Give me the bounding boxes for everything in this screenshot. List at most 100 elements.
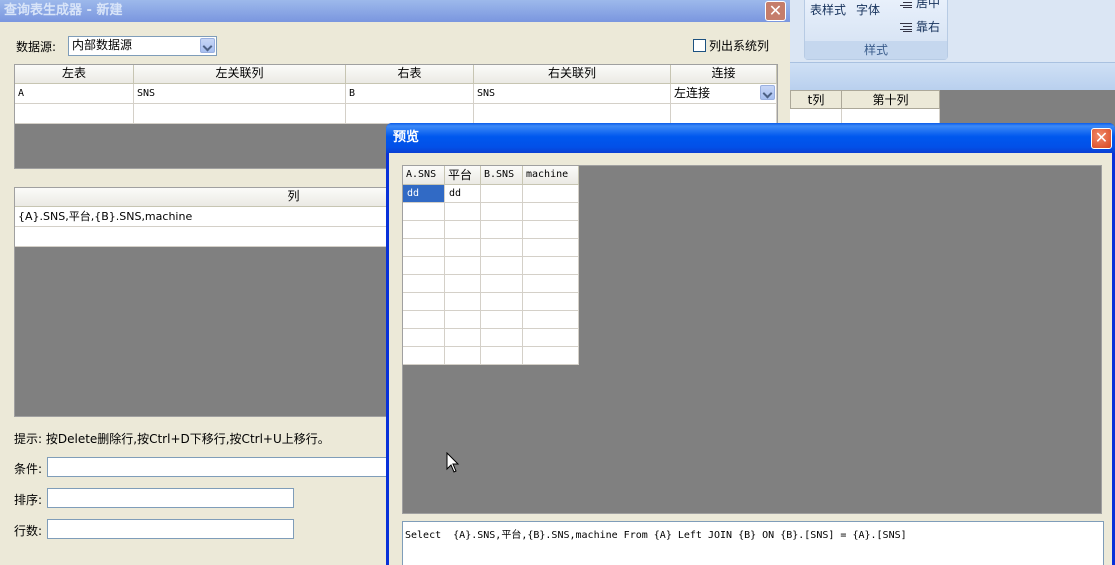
join-header-left-table[interactable]: 左表 [15, 65, 134, 84]
background-ribbon: 表样式 字体 样式 居中 靠右 [790, 0, 1115, 90]
result-cell[interactable] [403, 311, 445, 329]
result-header[interactable]: A.SNS [403, 166, 445, 185]
ribbon-align-area: 居中 靠右 [900, 0, 1115, 60]
preview-window: 预览 ✕ A.SNS 平台 B.SNS machine dd dd Select {A}.… [386, 123, 1115, 565]
join-cell[interactable]: B [346, 84, 474, 104]
result-header[interactable]: machine [523, 166, 579, 185]
join-cell[interactable]: A [15, 84, 134, 104]
result-cell[interactable] [481, 221, 523, 239]
chevron-down-icon[interactable] [760, 85, 775, 100]
join-header-right-column[interactable]: 右关联列 [474, 65, 671, 84]
join-type-select[interactable]: 左连接 [671, 84, 777, 104]
result-cell[interactable] [481, 347, 523, 365]
result-cell[interactable] [403, 347, 445, 365]
result-cell[interactable] [523, 275, 579, 293]
result-cell[interactable] [523, 293, 579, 311]
result-cell[interactable] [481, 239, 523, 257]
align-right-button[interactable]: 靠右 [900, 18, 940, 35]
align-center-button[interactable]: 居中 [900, 0, 940, 11]
result-cell[interactable] [403, 329, 445, 347]
result-cell[interactable] [403, 203, 445, 221]
join-cell[interactable] [474, 104, 671, 124]
close-icon: ✕ [768, 1, 783, 20]
bg-grid-header[interactable]: 第十列 [841, 90, 940, 109]
result-cell[interactable] [523, 347, 579, 365]
system-columns-checkbox[interactable] [693, 39, 706, 52]
row-count-input[interactable] [47, 519, 294, 539]
result-cell[interactable] [523, 257, 579, 275]
align-center-icon [900, 0, 912, 8]
font-button[interactable]: 字体 [856, 1, 880, 18]
result-cell[interactable] [445, 329, 481, 347]
dialog-title: 查询表生成器 - 新建 [4, 3, 123, 18]
result-cell[interactable] [445, 347, 481, 365]
ribbon-sheet-bar [790, 62, 1115, 90]
join-cell[interactable] [671, 104, 777, 124]
result-cell[interactable] [403, 293, 445, 311]
condition-input[interactable] [47, 457, 387, 477]
sort-label: 排序: [14, 493, 43, 507]
datasource-value: 内部数据源 [72, 38, 133, 52]
result-header[interactable]: B.SNS [481, 166, 523, 185]
result-cell[interactable] [445, 221, 481, 239]
result-cell[interactable] [445, 203, 481, 221]
join-cell[interactable] [134, 104, 346, 124]
system-columns-label: 列出系统列 [709, 39, 770, 53]
result-cell[interactable] [403, 275, 445, 293]
chevron-down-icon[interactable] [200, 38, 215, 53]
result-header[interactable]: 平台 [445, 166, 481, 185]
result-cell[interactable] [481, 203, 523, 221]
join-cell[interactable] [346, 104, 474, 124]
result-cell[interactable] [403, 221, 445, 239]
background-grid: t列 第十列 [790, 90, 940, 125]
result-cell[interactable] [445, 293, 481, 311]
result-cell[interactable] [481, 275, 523, 293]
result-cell[interactable] [481, 329, 523, 347]
result-cell[interactable] [523, 203, 579, 221]
datasource-select[interactable]: 内部数据源 [68, 36, 217, 56]
result-cell[interactable] [523, 221, 579, 239]
sort-input[interactable] [47, 488, 294, 508]
result-cell[interactable] [523, 311, 579, 329]
table-style-button[interactable]: 表样式 [810, 1, 846, 18]
close-icon: ✕ [1094, 128, 1109, 147]
align-right-icon [900, 23, 912, 32]
bg-grid-header[interactable]: t列 [790, 90, 842, 109]
datasource-label: 数据源: [16, 40, 57, 54]
result-cell[interactable] [481, 185, 523, 203]
condition-label: 条件: [14, 462, 43, 476]
preview-result-grid: A.SNS 平台 B.SNS machine dd dd [402, 165, 1102, 514]
dialog-title-bar[interactable]: 查询表生成器 - 新建 ✕ [0, 0, 790, 22]
preview-title-bar[interactable]: 预览 ✕ [386, 123, 1115, 153]
result-cell[interactable] [445, 257, 481, 275]
result-cell[interactable] [481, 293, 523, 311]
result-cell[interactable] [523, 329, 579, 347]
dialog-close-button[interactable]: ✕ [765, 1, 786, 21]
result-table: A.SNS 平台 B.SNS machine dd dd [403, 166, 579, 365]
result-cell[interactable] [481, 257, 523, 275]
join-header-right-table[interactable]: 右表 [346, 65, 474, 84]
sql-text-area[interactable]: Select {A}.SNS,平台,{B}.SNS,machine From {… [402, 521, 1104, 565]
hint-text: 提示: 按Delete删除行,按Ctrl+D下移行,按Ctrl+U上移行。 [14, 432, 330, 446]
ribbon-group-label: 样式 [805, 41, 947, 59]
preview-title: 预览 [393, 130, 420, 145]
result-cell[interactable] [445, 311, 481, 329]
result-cell[interactable] [445, 275, 481, 293]
result-cell[interactable] [523, 239, 579, 257]
join-header-left-column[interactable]: 左关联列 [134, 65, 346, 84]
result-cell[interactable] [403, 239, 445, 257]
result-cell[interactable] [481, 311, 523, 329]
join-cell[interactable]: SNS [134, 84, 346, 104]
join-cell[interactable] [15, 104, 134, 124]
result-cell[interactable]: dd [445, 185, 481, 203]
result-cell[interactable] [523, 185, 579, 203]
preview-close-button[interactable]: ✕ [1091, 128, 1112, 149]
preview-body: A.SNS 平台 B.SNS machine dd dd Select {A}.SNS,平… [389, 153, 1112, 565]
result-cell[interactable] [403, 257, 445, 275]
result-cell[interactable]: dd [403, 185, 445, 203]
join-header-join-type[interactable]: 连接 [671, 65, 777, 84]
mouse-pointer-icon [446, 452, 460, 473]
join-cell[interactable]: SNS [474, 84, 671, 104]
result-cell[interactable] [445, 239, 481, 257]
join-type-value: 左连接 [674, 86, 711, 100]
